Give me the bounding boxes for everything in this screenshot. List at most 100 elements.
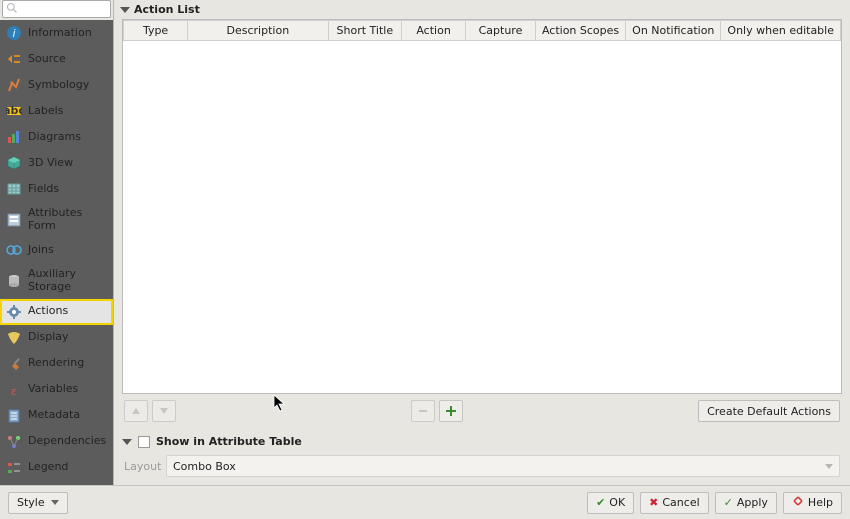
action-button-row: Create Default Actions bbox=[122, 394, 842, 428]
brush-icon bbox=[6, 356, 22, 372]
move-down-button[interactable] bbox=[152, 400, 176, 422]
sidebar-nav: i Information Source Symbology abc Label… bbox=[0, 20, 113, 485]
col-action-scopes[interactable]: Action Scopes bbox=[535, 21, 625, 41]
dialog-button-bar: Style ✔ OK ✖ Cancel ✓ Apply Help bbox=[0, 485, 850, 519]
sidebar-item-label: Metadata bbox=[28, 409, 107, 422]
col-short-title[interactable]: Short Title bbox=[328, 21, 402, 41]
sidebar-item-information[interactable]: i Information bbox=[0, 20, 113, 46]
fields-icon bbox=[6, 181, 22, 197]
show-in-attribute-header[interactable]: Show in Attribute Table bbox=[122, 432, 842, 451]
sidebar-item-symbology[interactable]: Symbology bbox=[0, 72, 113, 98]
sidebar-item-label: Source bbox=[28, 53, 107, 66]
action-table-wrap: Type Description Short Title Action Capt… bbox=[122, 19, 842, 394]
joins-icon bbox=[6, 242, 22, 258]
layout-combo-value: Combo Box bbox=[173, 460, 236, 473]
sidebar-item-joins[interactable]: Joins bbox=[0, 237, 113, 263]
sidebar-item-dependencies[interactable]: Dependencies bbox=[0, 429, 113, 455]
cube-icon bbox=[6, 155, 22, 171]
sidebar-item-label: Rendering bbox=[28, 357, 107, 370]
arrow-up-icon bbox=[131, 406, 141, 416]
sidebar-item-label: Diagrams bbox=[28, 131, 107, 144]
svg-text:i: i bbox=[12, 27, 15, 40]
display-icon bbox=[6, 330, 22, 346]
action-table: Type Description Short Title Action Capt… bbox=[123, 20, 841, 41]
sidebar-item-auxiliary-storage[interactable]: Auxiliary Storage bbox=[0, 263, 113, 298]
col-description[interactable]: Description bbox=[188, 21, 328, 41]
sidebar-item-fields[interactable]: Fields bbox=[0, 176, 113, 202]
layout-row: Layout Combo Box bbox=[122, 451, 842, 481]
action-list-header[interactable]: Action List bbox=[114, 0, 850, 19]
metadata-icon bbox=[6, 408, 22, 424]
chevron-down-icon bbox=[825, 464, 833, 469]
col-type[interactable]: Type bbox=[124, 21, 188, 41]
style-button[interactable]: Style bbox=[8, 492, 68, 514]
labels-icon: abc bbox=[6, 103, 22, 119]
cancel-button[interactable]: ✖ Cancel bbox=[640, 492, 708, 514]
info-icon: i bbox=[6, 25, 22, 41]
sidebar-item-label: Information bbox=[28, 27, 107, 40]
sidebar-item-display[interactable]: Display bbox=[0, 325, 113, 351]
remove-action-button[interactable] bbox=[411, 400, 435, 422]
show-in-attribute-checkbox[interactable] bbox=[138, 436, 150, 448]
content-panel: Action List Type Description Short Title… bbox=[113, 0, 850, 485]
layout-label: Layout bbox=[124, 460, 160, 473]
ok-button[interactable]: ✔ OK bbox=[587, 492, 634, 514]
epsilon-icon: ε bbox=[6, 382, 22, 398]
search-icon bbox=[6, 2, 18, 14]
apply-label: Apply bbox=[737, 496, 768, 509]
collapse-triangle-icon bbox=[120, 7, 130, 13]
minus-icon bbox=[417, 405, 429, 417]
form-icon bbox=[6, 212, 22, 228]
show-in-attribute-title: Show in Attribute Table bbox=[156, 435, 302, 448]
collapse-triangle-icon bbox=[122, 439, 132, 445]
sidebar-item-source[interactable]: Source bbox=[0, 46, 113, 72]
add-action-button[interactable] bbox=[439, 400, 463, 422]
sidebar-item-label: 3D View bbox=[28, 157, 107, 170]
apply-button[interactable]: ✓ Apply bbox=[715, 492, 777, 514]
svg-text:abc: abc bbox=[6, 104, 22, 117]
col-on-notification[interactable]: On Notification bbox=[626, 21, 721, 41]
apply-icon: ✓ bbox=[724, 496, 733, 509]
sidebar-search-wrap bbox=[0, 0, 113, 20]
ok-label: OK bbox=[609, 496, 625, 509]
sidebar-item-label: Attributes Form bbox=[28, 207, 107, 232]
sidebar-item-label: Labels bbox=[28, 105, 107, 118]
help-icon bbox=[792, 495, 804, 510]
legend-icon bbox=[6, 460, 22, 476]
sidebar-item-3dview[interactable]: 3D View bbox=[0, 150, 113, 176]
create-default-actions-button[interactable]: Create Default Actions bbox=[698, 400, 840, 422]
ok-icon: ✔ bbox=[596, 496, 605, 509]
style-button-label: Style bbox=[17, 496, 45, 509]
gear-icon bbox=[6, 304, 22, 320]
storage-icon bbox=[6, 273, 22, 289]
dependencies-icon bbox=[6, 434, 22, 450]
sidebar-item-attributes-form[interactable]: Attributes Form bbox=[0, 202, 113, 237]
chevron-down-icon bbox=[51, 500, 59, 505]
col-action[interactable]: Action bbox=[402, 21, 466, 41]
sidebar-item-rendering[interactable]: Rendering bbox=[0, 351, 113, 377]
plus-icon bbox=[445, 405, 457, 417]
col-capture[interactable]: Capture bbox=[466, 21, 536, 41]
col-only-editable[interactable]: Only when editable bbox=[721, 21, 841, 41]
source-icon bbox=[6, 51, 22, 67]
sidebar-item-label: Display bbox=[28, 331, 107, 344]
arrow-down-icon bbox=[159, 406, 169, 416]
sidebar-item-legend[interactable]: Legend bbox=[0, 455, 113, 481]
sidebar-item-label: Symbology bbox=[28, 79, 107, 92]
sidebar-item-variables[interactable]: ε Variables bbox=[0, 377, 113, 403]
sidebar-item-labels[interactable]: abc Labels bbox=[0, 98, 113, 124]
sidebar-item-metadata[interactable]: Metadata bbox=[0, 403, 113, 429]
sidebar-item-label: Dependencies bbox=[28, 435, 107, 448]
cancel-label: Cancel bbox=[662, 496, 699, 509]
sidebar-item-label: Actions bbox=[28, 305, 107, 318]
sidebar: i Information Source Symbology abc Label… bbox=[0, 0, 113, 485]
sidebar-item-label: Auxiliary Storage bbox=[28, 268, 107, 293]
sidebar-item-label: Fields bbox=[28, 183, 107, 196]
move-up-button[interactable] bbox=[124, 400, 148, 422]
help-button[interactable]: Help bbox=[783, 492, 842, 514]
layout-combo[interactable]: Combo Box bbox=[166, 455, 840, 477]
diagrams-icon bbox=[6, 129, 22, 145]
sidebar-item-actions[interactable]: Actions bbox=[0, 299, 113, 325]
sidebar-search-input[interactable] bbox=[2, 0, 111, 18]
sidebar-item-diagrams[interactable]: Diagrams bbox=[0, 124, 113, 150]
